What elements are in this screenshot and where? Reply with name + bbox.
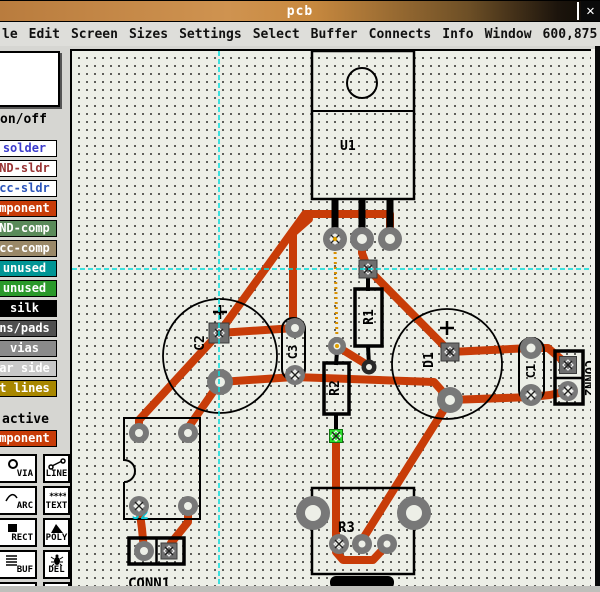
layers-onoff-label: on/off (0, 112, 48, 127)
plus-mark (213, 305, 227, 319)
layer-button-gnd-comp[interactable]: ND-comp (0, 220, 57, 237)
tool-button-text[interactable]: ***** TEXT (43, 486, 70, 515)
layer-button-component[interactable]: mponent (0, 200, 57, 217)
menu-connects[interactable]: Connects (369, 27, 432, 42)
board-canvas[interactable]: U1 R1 R2 C2 C3 D1 C1 J2 (70, 49, 591, 586)
tool-button-via[interactable]: VIA (0, 454, 37, 483)
layer-button-far-side[interactable]: ar side (0, 360, 57, 377)
menu-settings[interactable]: Settings (179, 27, 242, 42)
tool-button-del[interactable]: DEL (43, 550, 70, 579)
tool-button-line[interactable]: LINE (43, 454, 70, 483)
board-preview-thumbnail[interactable] (0, 51, 60, 107)
rat-line[interactable] (335, 247, 337, 342)
sidebar: on/off solder ND-sldr cc-sldr mponent ND… (0, 46, 70, 592)
active-layer-button[interactable]: mponent (0, 430, 57, 447)
board-drawing: U1 R1 R2 C2 C3 D1 C1 J2 (72, 51, 593, 588)
via-icon (0, 458, 18, 470)
menu-window[interactable]: Window (485, 27, 532, 42)
menu-info[interactable]: Info (442, 27, 473, 42)
layer-button-vcc-sldr[interactable]: cc-sldr (0, 180, 57, 197)
layer-button-solder[interactable]: solder (0, 140, 57, 157)
refdes-r2: R2 (328, 380, 343, 396)
active-layer-label: active (2, 412, 50, 427)
window-bottom-border (0, 586, 600, 592)
refdes-r3: R3 (338, 520, 355, 536)
close-button[interactable]: ✕ (581, 1, 600, 21)
trace (219, 328, 295, 333)
layer-button-unused-2[interactable]: unused (0, 280, 57, 297)
title-bar[interactable]: pcb (0, 0, 600, 22)
cursor-coords: 600,875 (543, 27, 598, 42)
buffer-icon (0, 554, 18, 566)
menu-sizes[interactable]: Sizes (129, 27, 168, 42)
menu-bar: le Edit Screen Sizes Settings Select Buf… (0, 22, 600, 46)
trace (450, 391, 568, 400)
refdes-c3: C3 (286, 345, 300, 359)
tool-button-buf[interactable]: BUF (0, 550, 37, 579)
component-c2[interactable]: C2 (163, 299, 277, 413)
trace (450, 348, 568, 365)
refdes-r1: R1 (362, 309, 377, 325)
refdes-d1: D1 (422, 352, 437, 368)
menu-edit[interactable]: Edit (29, 27, 60, 42)
layer-button-vias[interactable]: vias (0, 340, 57, 357)
tool-button-arc[interactable]: ARC (0, 486, 37, 515)
titlebar-separator (577, 2, 579, 20)
window-right-border (595, 46, 600, 592)
refdes-c1: C1 (524, 364, 538, 378)
layer-button-silk[interactable]: silk (0, 300, 57, 317)
copper-traces[interactable] (139, 214, 568, 560)
layer-button-gnd-sldr[interactable]: ND-sldr (0, 160, 57, 177)
layer-button-vcc-comp[interactable]: cc-comp (0, 240, 57, 257)
plus-mark (440, 321, 454, 335)
refdes-u1: U1 (340, 139, 356, 154)
layer-button-rat-lines[interactable]: t lines (0, 380, 57, 397)
layer-button-unused-1[interactable]: unused (0, 260, 57, 277)
arc-icon (0, 490, 18, 502)
menu-file[interactable]: le (2, 27, 18, 42)
window-title: pcb (0, 4, 600, 19)
layer-button-pins-pads[interactable]: ns/pads (0, 320, 57, 337)
trace (293, 219, 309, 328)
refdes-c2: C2 (193, 335, 208, 351)
menu-select[interactable]: Select (253, 27, 300, 42)
menu-screen[interactable]: Screen (71, 27, 118, 42)
tool-button-poly[interactable]: POLY (43, 518, 70, 547)
component-r2[interactable]: R2 (324, 351, 349, 432)
tool-button-rect[interactable]: RECT (0, 518, 37, 547)
menu-buffer[interactable]: Buffer (311, 27, 358, 42)
component-r1[interactable]: R1 (355, 273, 382, 365)
